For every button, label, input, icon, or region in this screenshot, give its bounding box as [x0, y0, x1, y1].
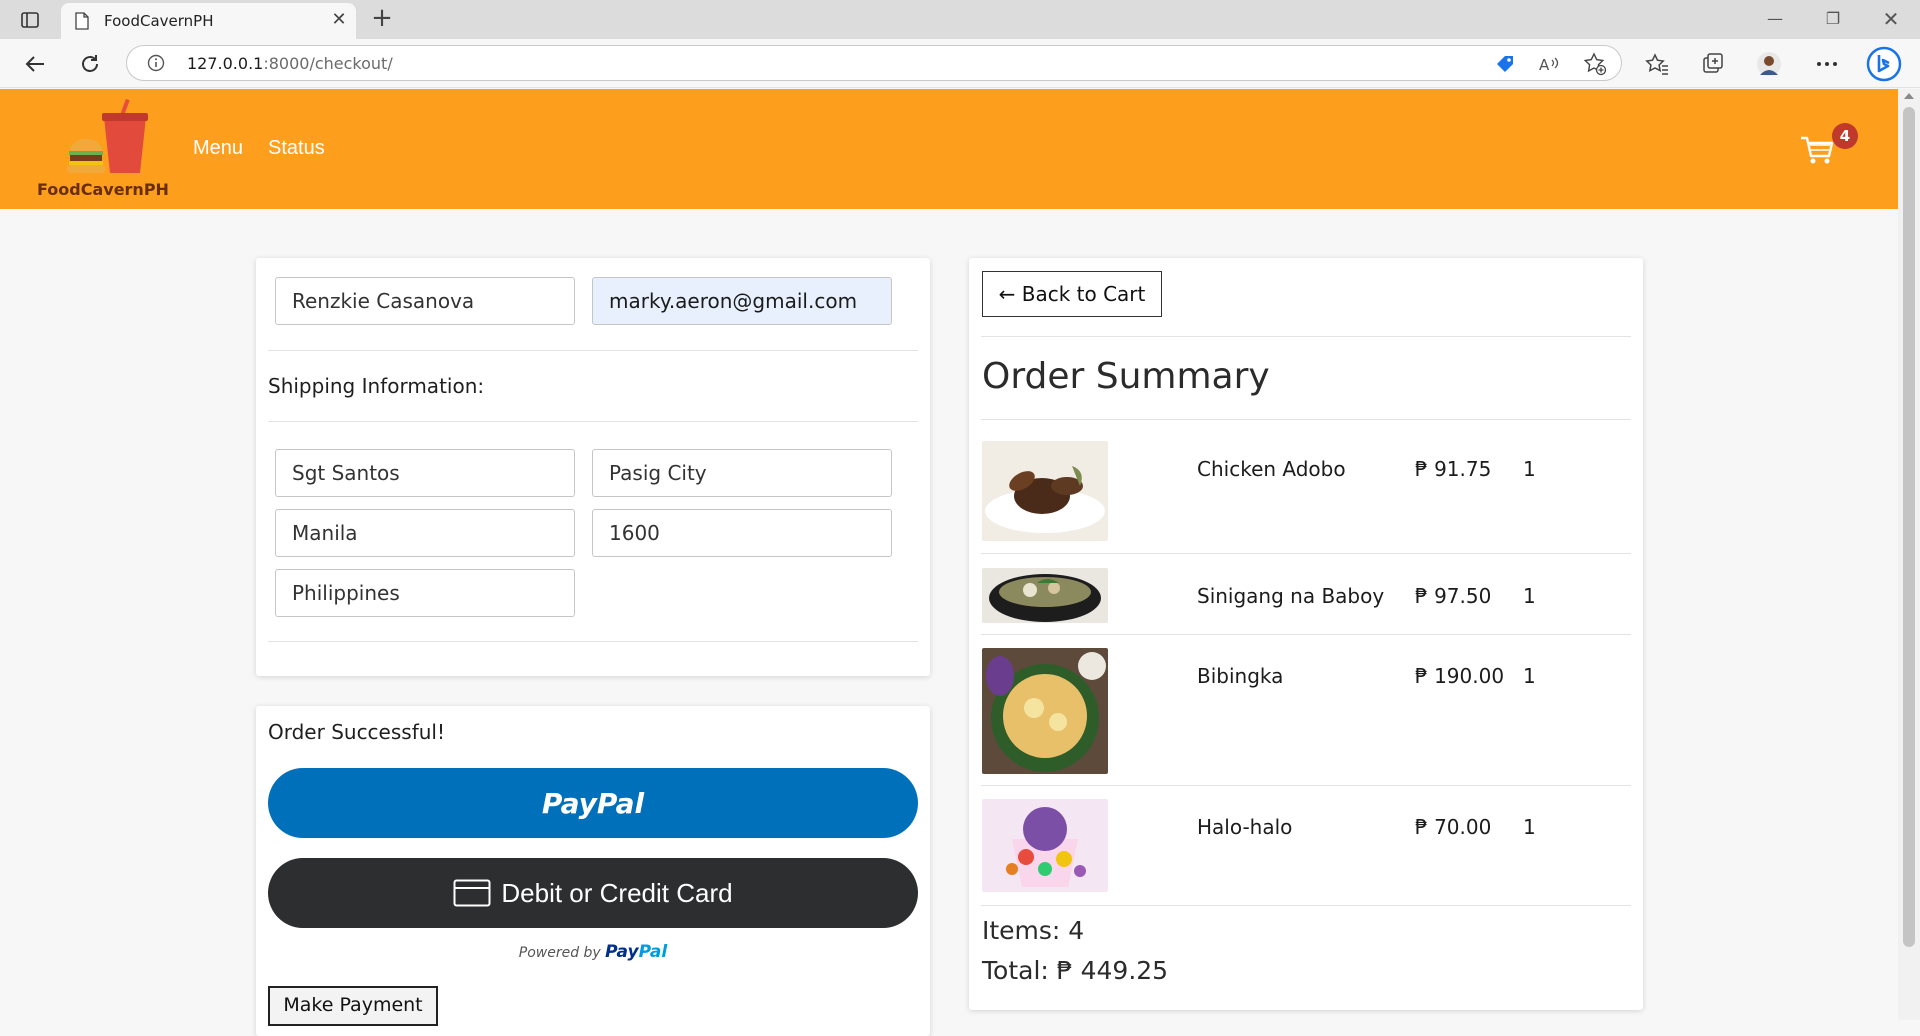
order-status-text: Order Successful!	[268, 720, 445, 744]
item-quantity: 1	[1523, 457, 1536, 481]
site-info-icon[interactable]	[147, 54, 165, 72]
item-price: ₱ 97.50	[1415, 584, 1492, 608]
page-scrollbar[interactable]	[1898, 89, 1920, 1020]
paypal-logo-pal: Pal	[638, 942, 668, 962]
powered-by-paypal: Powered by PayPal	[256, 942, 930, 962]
item-quantity: 1	[1523, 584, 1536, 608]
bing-copilot-icon[interactable]	[1866, 46, 1902, 82]
order-item: Sinigang na Baboy ₱ 97.50 1	[982, 568, 1632, 623]
divider	[981, 553, 1631, 554]
name-field[interactable]: Renzkie Casanova	[275, 277, 575, 325]
browser-tab[interactable]: FoodCavernPH ✕	[61, 3, 356, 39]
order-item: Bibingka ₱ 190.00 1	[982, 648, 1632, 774]
scroll-thumb[interactable]	[1903, 107, 1915, 947]
cart-icon[interactable]	[1800, 134, 1834, 166]
nav-menu-link[interactable]: Menu	[193, 137, 243, 160]
url-path: :8000/checkout/	[263, 54, 393, 73]
divider	[981, 419, 1631, 420]
city-field[interactable]: Pasig City	[592, 449, 892, 497]
country-field[interactable]: Philippines	[275, 569, 575, 617]
refresh-icon[interactable]	[75, 49, 105, 79]
page-icon	[75, 12, 89, 30]
divider	[981, 634, 1631, 635]
item-name: Bibingka	[1197, 664, 1284, 688]
address-field[interactable]: Sgt Santos	[275, 449, 575, 497]
order-summary-title: Order Summary	[982, 356, 1270, 397]
collections-icon[interactable]	[1700, 51, 1726, 77]
paypal-logo-text: PayPal	[605, 942, 667, 962]
read-aloud-icon[interactable]: A	[1537, 52, 1561, 76]
back-to-cart-button[interactable]: ← Back to Cart	[982, 271, 1162, 317]
halo-halo-image	[982, 799, 1108, 892]
item-name: Sinigang na Baboy	[1197, 584, 1385, 608]
item-quantity: 1	[1523, 664, 1536, 688]
back-icon[interactable]	[20, 49, 50, 79]
favorites-icon[interactable]	[1644, 51, 1670, 77]
item-quantity: 1	[1523, 815, 1536, 839]
zipcode-field[interactable]: 1600	[592, 509, 892, 557]
divider	[268, 641, 918, 642]
divider	[981, 785, 1631, 786]
more-options-icon[interactable]	[1814, 51, 1840, 77]
divider	[268, 350, 918, 351]
shipping-heading: Shipping Information:	[268, 374, 485, 398]
profile-avatar[interactable]	[1756, 51, 1782, 77]
items-count: Items: 4	[982, 916, 1085, 945]
minimize-icon[interactable]: —	[1752, 4, 1798, 34]
paypal-button[interactable]: PayPal	[268, 768, 918, 838]
powered-by-text: Powered by	[518, 945, 601, 961]
tab-title: FoodCavernPH	[104, 12, 214, 30]
browser-tab-bar: FoodCavernPH ✕ + — ❐ ✕	[0, 0, 1920, 39]
chicken-adobo-image	[982, 441, 1108, 541]
logo-text: FoodCavernPH	[37, 180, 169, 199]
add-favorite-icon[interactable]	[1583, 52, 1607, 76]
paypal-button-label: PayPal	[541, 786, 645, 820]
cart-count-badge: 4	[1832, 123, 1858, 149]
new-tab-icon[interactable]: +	[368, 5, 396, 33]
url-host: 127.0.0.1	[187, 54, 264, 73]
address-bar[interactable]: 127.0.0.1:8000/checkout/ A	[126, 45, 1622, 81]
debit-credit-card-button[interactable]: Debit or Credit Card	[268, 858, 918, 928]
tab-actions-icon[interactable]	[14, 6, 46, 34]
divider	[981, 905, 1631, 906]
divider	[268, 421, 918, 422]
credit-card-icon	[453, 879, 491, 907]
order-total: Total: ₱ 449.25	[982, 956, 1169, 985]
coupon-tag-icon[interactable]	[1493, 52, 1517, 76]
close-window-icon[interactable]: ✕	[1868, 4, 1914, 34]
scroll-up-icon[interactable]	[1904, 93, 1914, 99]
item-price: ₱ 190.00	[1415, 664, 1505, 688]
card-button-label: Debit or Credit Card	[501, 877, 733, 908]
item-price: ₱ 91.75	[1415, 457, 1492, 481]
sinigang-image	[982, 568, 1108, 623]
paypal-logo-pay: Pay	[605, 942, 639, 962]
item-name: Halo-halo	[1197, 815, 1293, 839]
site-header: FoodCavernPH Menu Status 4	[0, 89, 1898, 209]
nav-status-link[interactable]: Status	[268, 137, 325, 160]
tab-close-icon[interactable]: ✕	[327, 8, 351, 32]
restore-icon[interactable]: ❐	[1810, 4, 1856, 34]
make-payment-button[interactable]: Make Payment	[268, 986, 438, 1026]
svg-text:A: A	[1539, 56, 1550, 74]
url-text: 127.0.0.1:8000/checkout/	[187, 54, 393, 73]
order-item: Chicken Adobo ₱ 91.75 1	[982, 441, 1632, 541]
order-summary-card: ← Back to Cart Order Summary Chicken Ado…	[969, 258, 1643, 1010]
divider	[981, 336, 1631, 337]
item-price: ₱ 70.00	[1415, 815, 1492, 839]
bibingka-image	[982, 648, 1108, 774]
checkout-form-card: Renzkie Casanova marky.aeron@gmail.com S…	[256, 258, 930, 676]
item-name: Chicken Adobo	[1197, 457, 1346, 481]
order-item: Halo-halo ₱ 70.00 1	[982, 799, 1632, 892]
state-field[interactable]: Manila	[275, 509, 575, 557]
payment-card: Order Successful! PayPal Debit or Credit…	[256, 706, 930, 1036]
browser-toolbar: 127.0.0.1:8000/checkout/ A	[0, 39, 1920, 88]
email-field[interactable]: marky.aeron@gmail.com	[592, 277, 892, 325]
